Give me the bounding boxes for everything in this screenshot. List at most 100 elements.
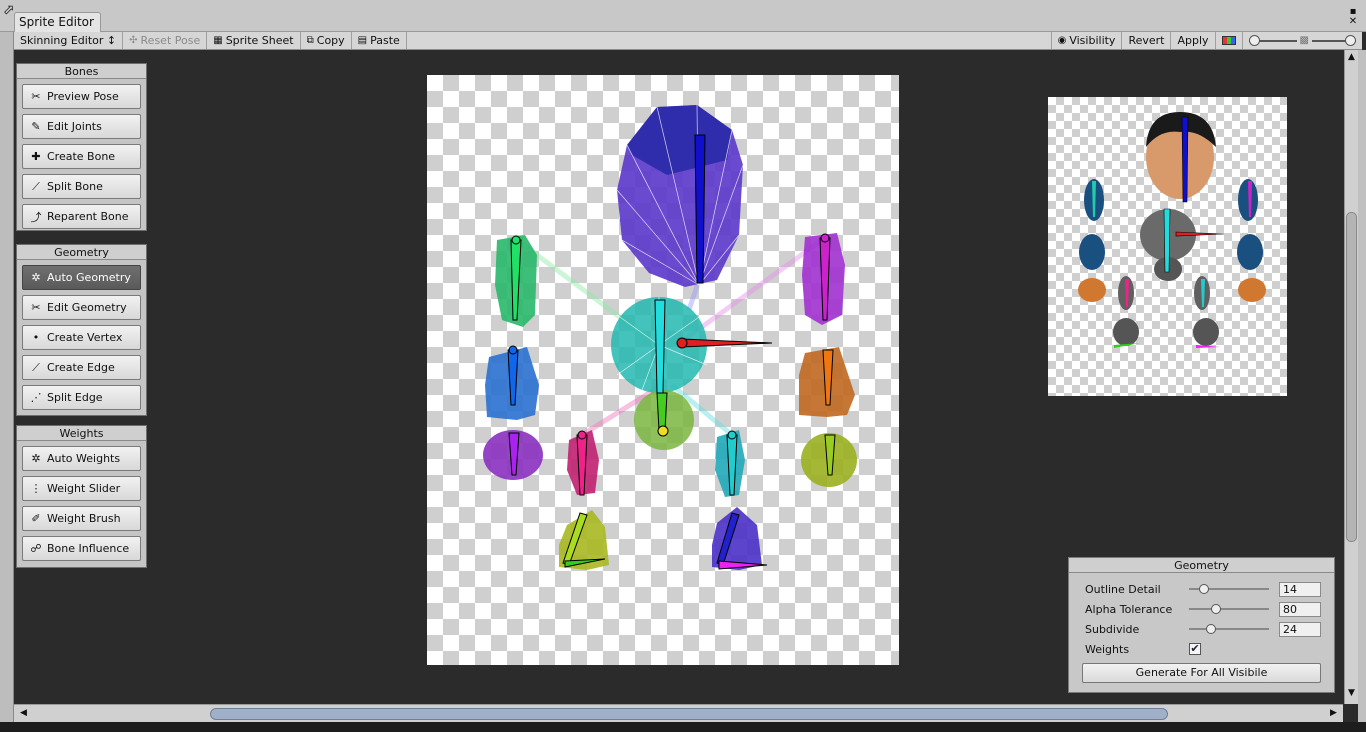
paste-button[interactable]: ▤ Paste xyxy=(352,32,407,49)
preview-limb xyxy=(1238,278,1266,302)
split-edge-label: Split Edge xyxy=(47,391,103,404)
sprite-sheet-button[interactable]: ▦ Sprite Sheet xyxy=(207,32,301,49)
mode-dropdown-label: Skinning Editor ↕ xyxy=(20,34,117,47)
alpha-tolerance-slider[interactable] xyxy=(1189,601,1269,617)
color-toggle-button[interactable] xyxy=(1216,32,1243,49)
weights-panel: Weights ✲ Auto Weights ⋮ Weight Slider ✐ We… xyxy=(16,425,147,568)
edit-joints-button[interactable]: ✎ Edit Joints xyxy=(22,114,141,139)
left-hip-joint xyxy=(577,430,587,440)
split-bone-icon: ⟋ xyxy=(32,179,40,193)
subdivide-field[interactable]: 24 xyxy=(1279,621,1321,637)
scroll-up-icon[interactable]: ▲ xyxy=(1348,52,1355,62)
preview-head-bone xyxy=(1181,116,1189,203)
split-bone-button[interactable]: ⟋ Split Bone xyxy=(22,174,141,199)
split-edge-button[interactable]: ⋰ Split Edge xyxy=(22,385,141,410)
scroll-left-icon[interactable]: ◀ xyxy=(20,708,27,718)
vertical-scrollbar[interactable]: ▲ ▼ xyxy=(1344,50,1358,704)
head-bone xyxy=(694,134,706,284)
color-swatch-icon xyxy=(1221,36,1236,45)
preview-pose-label: Preview Pose xyxy=(47,90,119,103)
inspector-edge xyxy=(0,32,14,722)
edit-geometry-button[interactable]: ✂ Edit Geometry xyxy=(22,295,141,320)
revert-label: Revert xyxy=(1128,34,1165,47)
auto-weights-button[interactable]: ✲ Auto Weights xyxy=(22,446,141,471)
visibility-button[interactable]: ◉ Visibility xyxy=(1050,32,1123,49)
right-shoulder-joint xyxy=(820,233,830,243)
weight-brush-button[interactable]: ✐ Weight Brush xyxy=(22,506,141,531)
zoom-slider[interactable] xyxy=(1248,32,1297,49)
visibility-label: Visibility xyxy=(1069,34,1116,47)
subdivide-row: Subdivide 24 xyxy=(1085,621,1321,637)
horizontal-scrollbar[interactable]: ◀ ▶ xyxy=(14,704,1343,722)
auto-geometry-icon: ✲ xyxy=(31,271,41,284)
weight-brush-icon: ✐ xyxy=(31,512,41,525)
preview-limb xyxy=(1237,234,1263,270)
weights-checkbox[interactable]: ✔ xyxy=(1189,643,1201,655)
auto-geometry-label: Auto Geometry xyxy=(47,271,131,284)
sprite-canvas[interactable] xyxy=(427,75,899,665)
window-titlebar: ⬀ Sprite Editor ▪ ✕ xyxy=(0,0,1366,32)
back-arrow-icon[interactable]: ⬀ xyxy=(3,2,15,18)
subdivide-slider[interactable] xyxy=(1189,621,1269,637)
sprite-editor-tab[interactable]: Sprite Editor xyxy=(14,12,101,32)
revert-button[interactable]: Revert xyxy=(1122,32,1172,49)
preview-limb xyxy=(1078,278,1106,302)
alpha-tolerance-knob[interactable] xyxy=(1211,604,1221,614)
geometry-panel: Geometry ✲ Auto Geometry ✂ Edit Geometry •… xyxy=(16,244,147,416)
editor-toolbar: Skinning Editor ↕ ✣ Reset Pose ▦ Sprite … xyxy=(14,32,1362,50)
copy-label: Copy xyxy=(316,34,345,47)
left-shoulder-joint xyxy=(511,235,521,245)
outline-detail-knob[interactable] xyxy=(1199,584,1209,594)
right-edge xyxy=(1358,50,1366,722)
alpha-slider[interactable] xyxy=(1312,32,1356,49)
outline-detail-field[interactable]: 14 xyxy=(1279,581,1321,597)
eye-icon: ◉ xyxy=(1057,35,1067,46)
preview-head xyxy=(1146,112,1216,203)
bones-panel-title: Bones xyxy=(17,64,146,79)
preview-body xyxy=(1140,208,1225,281)
scroll-down-icon[interactable]: ▼ xyxy=(1348,688,1355,698)
horizontal-scroll-thumb[interactable] xyxy=(210,708,1168,720)
vertical-scroll-thumb[interactable] xyxy=(1346,212,1357,542)
weight-slider-button[interactable]: ⋮ Weight Slider xyxy=(22,476,141,501)
preview-overlay xyxy=(1078,112,1266,348)
skinning-editor-dropdown[interactable]: Skinning Editor ↕ xyxy=(14,32,124,49)
edit-joints-icon: ✎ xyxy=(31,120,41,133)
create-bone-button[interactable]: ✚ Create Bone xyxy=(22,144,141,169)
pelvis-joint xyxy=(657,425,669,437)
auto-geometry-button[interactable]: ✲ Auto Geometry xyxy=(22,265,141,290)
apply-button[interactable]: Apply xyxy=(1171,32,1216,49)
create-edge-label: Create Edge xyxy=(47,361,115,374)
zoom-slider-knob[interactable] xyxy=(1248,35,1260,46)
outline-detail-slider[interactable] xyxy=(1189,581,1269,597)
bone-influence-button[interactable]: ☍ Bone Influence xyxy=(22,536,141,561)
preview-pose-button[interactable]: ✂ Preview Pose xyxy=(22,84,141,109)
pelvis-bone xyxy=(656,392,668,431)
alpha-slider-knob[interactable] xyxy=(1345,35,1356,46)
skinned-sprite-overlay xyxy=(483,104,857,570)
bottom-bar xyxy=(0,722,1366,732)
alpha-tolerance-field[interactable]: 80 xyxy=(1279,601,1321,617)
reparent-bone-label: Reparent Bone xyxy=(47,210,129,223)
bones-panel: Bones ✂ Preview Pose ✎ Edit Joints ✚ Create… xyxy=(16,63,147,231)
create-vertex-button[interactable]: • Create Vertex xyxy=(22,325,141,350)
scroll-right-icon[interactable]: ▶ xyxy=(1330,708,1337,718)
sprite-preview[interactable] xyxy=(1048,97,1287,396)
reset-pose-button[interactable]: ✣ Reset Pose xyxy=(123,32,208,49)
create-edge-icon: ⟋ xyxy=(32,360,40,374)
preview-limb xyxy=(1079,234,1105,270)
generate-all-button[interactable]: Generate For All Visibile xyxy=(1082,663,1321,683)
right-hip-joint xyxy=(727,430,737,440)
preview-limb xyxy=(1238,179,1258,221)
copy-button[interactable]: ⧉ Copy xyxy=(301,32,352,49)
create-edge-button[interactable]: ⟋ Create Edge xyxy=(22,355,141,380)
reparent-bone-button[interactable]: ⤴ Reparent Bone xyxy=(22,204,141,229)
sprite-sheet-icon: ▦ xyxy=(213,35,223,46)
hip-joint xyxy=(676,337,688,349)
reset-pose-icon: ✣ xyxy=(129,35,138,46)
head-part xyxy=(616,104,744,287)
close-icon[interactable]: ✕ xyxy=(1346,17,1360,27)
alpha-tolerance-label: Alpha Tolerance xyxy=(1085,602,1173,616)
subdivide-knob[interactable] xyxy=(1206,624,1216,634)
